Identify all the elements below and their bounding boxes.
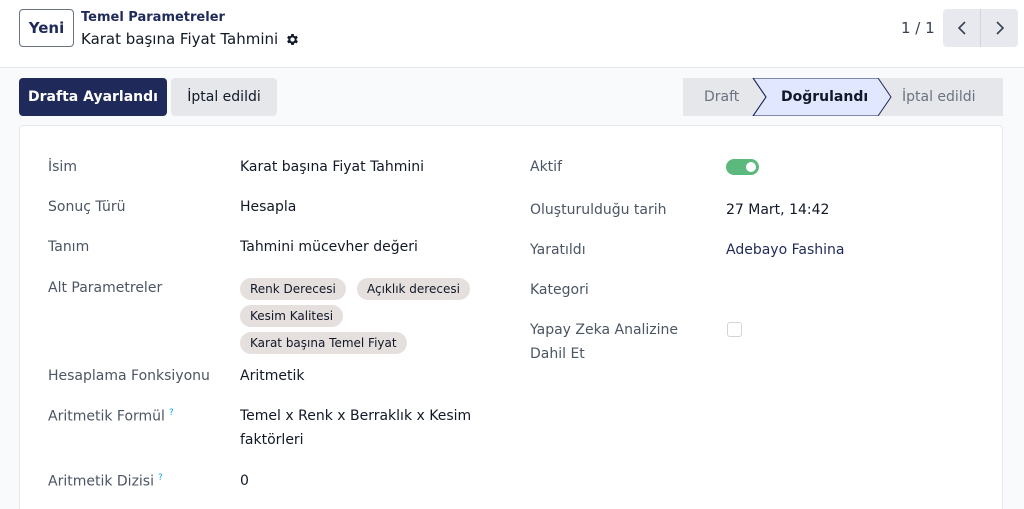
arithmetic-sequence-label-text: Aritmetik Dizisi xyxy=(48,473,154,490)
sub-parameter-tag[interactable]: Kesim Kalitesi xyxy=(240,305,344,327)
chevron-left-icon xyxy=(957,21,966,35)
chevron-right-icon xyxy=(995,21,1004,35)
record-title: Karat başına Fiyat Tahmini xyxy=(81,30,279,48)
gear-icon[interactable] xyxy=(285,32,300,47)
name-field[interactable]: Karat başına Fiyat Tahmini xyxy=(240,159,424,175)
sub-parameter-tag[interactable]: Açıklık derecesi xyxy=(357,278,470,300)
include-ai-analysis-label-line1: Yapay Zeka Analizine xyxy=(530,322,679,338)
arithmetic-sequence-label: Aritmetik Dizisi? xyxy=(48,473,163,490)
new-button[interactable]: Yeni xyxy=(19,9,74,47)
active-label: Aktif xyxy=(530,159,562,175)
include-ai-analysis-label-line2: Dahil Et xyxy=(530,346,585,362)
pager-next-button[interactable] xyxy=(980,9,1018,47)
active-toggle[interactable] xyxy=(726,159,759,175)
calculation-function-label: Hesaplama Fonksiyonu xyxy=(48,368,210,384)
arithmetic-formula-field-line1[interactable]: Temel x Renk x Berraklık x Kesim xyxy=(240,408,471,424)
pager-previous-button[interactable] xyxy=(943,9,980,47)
status-stage-confirmed[interactable]: Doğrulandı xyxy=(781,78,868,116)
category-label: Kategori xyxy=(530,282,589,298)
arithmetic-formula-label-text: Aritmetik Formül xyxy=(48,408,165,425)
form-sheet xyxy=(19,125,1003,509)
breadcrumb-current: Karat başına Fiyat Tahmini xyxy=(81,30,300,48)
status-stage-cancelled[interactable]: İptal edildi xyxy=(902,78,975,116)
created-by-label: Yaratıldı xyxy=(530,242,586,258)
control-panel: Yeni Temel Parametreler Karat başına Fiy… xyxy=(0,0,1024,68)
breadcrumb-parent-link[interactable]: Temel Parametreler xyxy=(81,10,225,25)
status-bar: Draft Doğrulandı İptal edildi xyxy=(683,78,1003,116)
calculation-function-field[interactable]: Aritmetik xyxy=(240,368,304,384)
toggle-knob xyxy=(746,162,756,172)
help-icon[interactable]: ? xyxy=(169,408,174,418)
created-by-link[interactable]: Adebayo Fashina xyxy=(726,242,844,258)
result-type-label: Sonuç Türü xyxy=(48,199,126,215)
sub-parameter-tag[interactable]: Renk Derecesi xyxy=(240,278,346,300)
arithmetic-formula-field-line2[interactable]: faktörleri xyxy=(240,432,304,448)
help-icon[interactable]: ? xyxy=(158,473,163,483)
cancel-button[interactable]: İptal edildi xyxy=(171,78,277,116)
name-label: İsim xyxy=(48,159,77,175)
sub-parameter-tag[interactable]: Karat başına Temel Fiyat xyxy=(240,332,407,354)
pager-buttons xyxy=(943,9,1018,47)
pager-counter[interactable]: 1 / 1 xyxy=(901,19,935,37)
created-date-field: 27 Mart, 14:42 xyxy=(726,202,830,218)
include-ai-analysis-checkbox[interactable] xyxy=(727,322,742,337)
sub-parameters-label: Alt Parametreler xyxy=(48,280,163,296)
description-field[interactable]: Tahmini mücevher değeri xyxy=(240,239,418,255)
result-type-field[interactable]: Hesapla xyxy=(240,199,296,215)
arithmetic-formula-label: Aritmetik Formül? xyxy=(48,408,174,425)
set-to-draft-button[interactable]: Drafta Ayarlandı xyxy=(19,78,167,116)
created-date-label: Oluşturulduğu tarih xyxy=(530,202,667,218)
description-label: Tanım xyxy=(48,239,90,255)
status-stage-draft[interactable]: Draft xyxy=(704,78,739,116)
arithmetic-sequence-field[interactable]: 0 xyxy=(240,473,249,489)
